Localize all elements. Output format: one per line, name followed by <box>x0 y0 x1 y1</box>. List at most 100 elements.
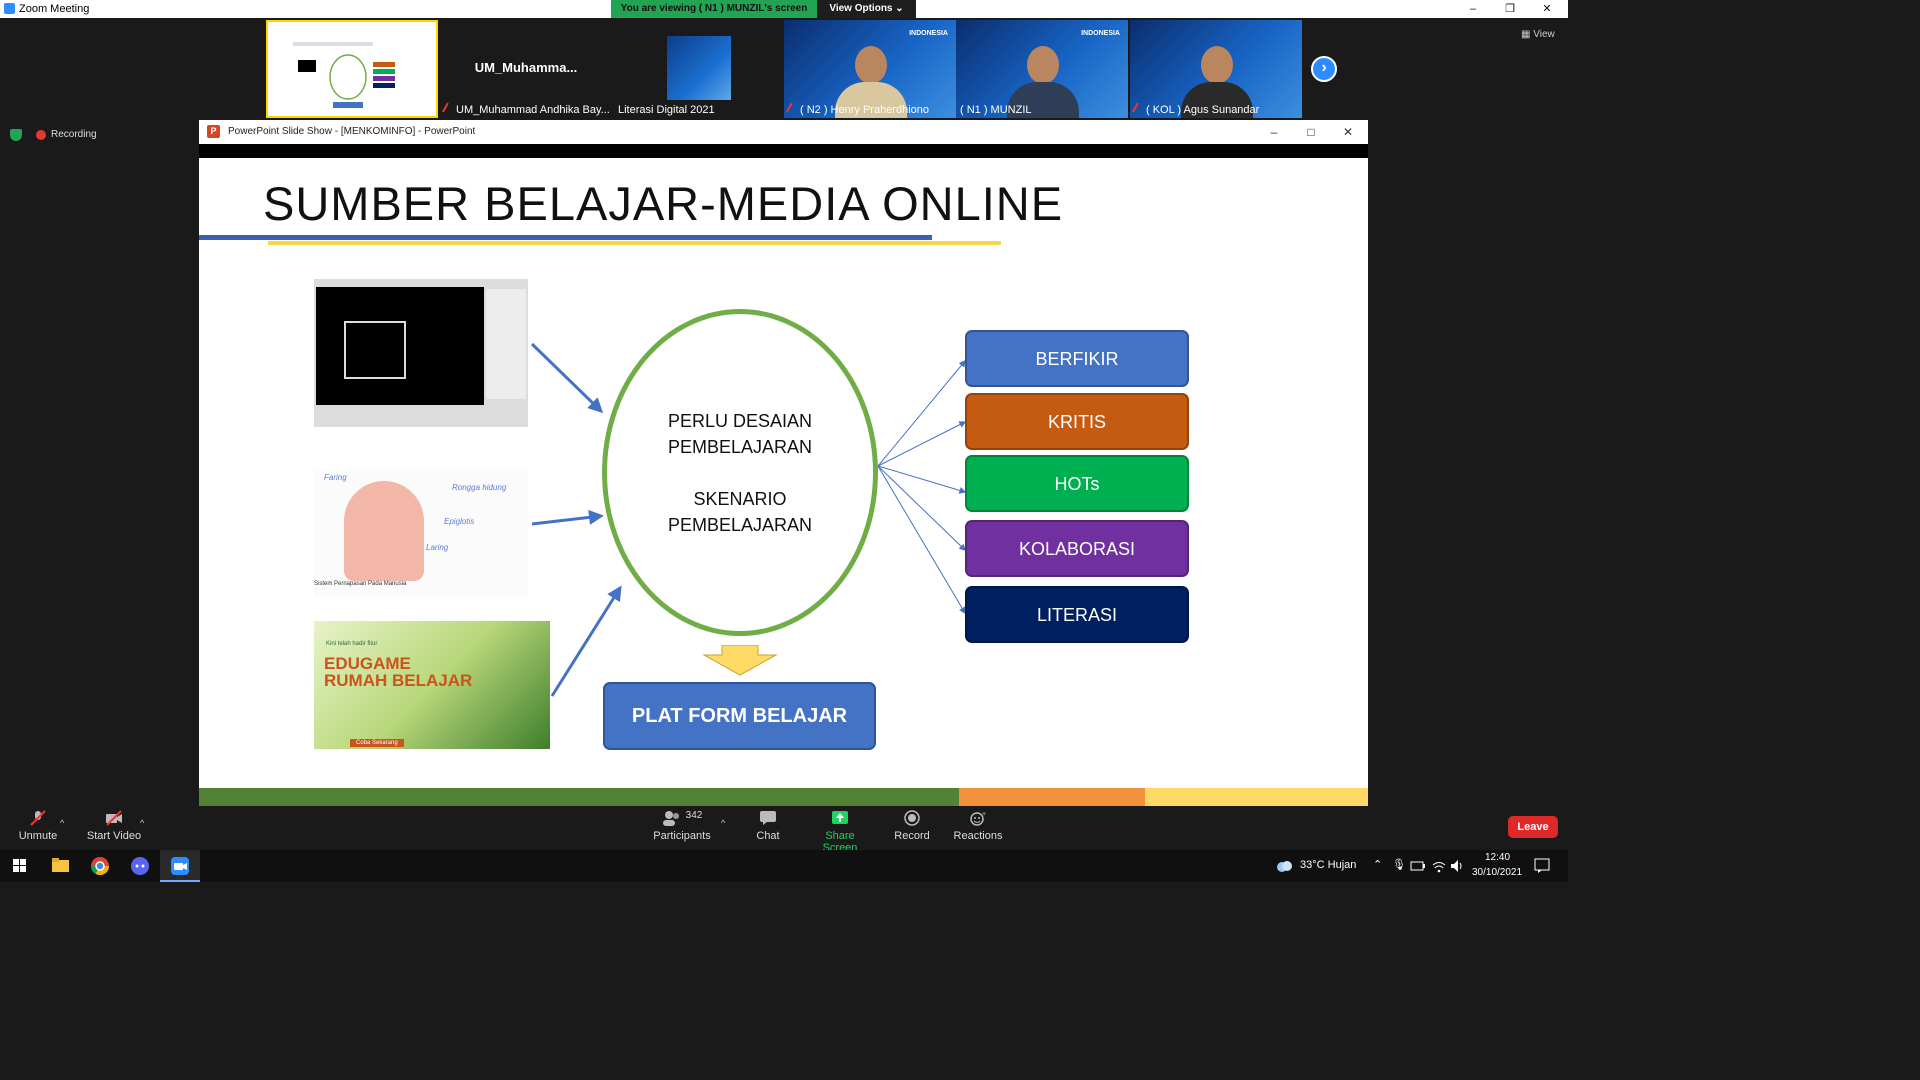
participant-name: ( N2 ) Henry Praherdhiono <box>800 104 930 116</box>
muted-mic-icon <box>786 102 798 116</box>
participant-name: UM_Muhammad Andhika Bay... <box>456 104 610 116</box>
share-screen-button[interactable]: Share Screen <box>808 810 872 854</box>
literasi-logo <box>667 36 731 100</box>
participant-tile[interactable]: ( KOL ) Agus Sunandar <box>1130 20 1302 118</box>
view-button[interactable]: ▦ View <box>1521 29 1555 40</box>
tray-expand-icon[interactable]: ⌃ <box>1373 858 1382 871</box>
chrome-taskbar-button[interactable] <box>80 850 120 882</box>
participant-tile[interactable]: INDONESIA ( N2 ) Henry Praherdhiono <box>784 20 956 118</box>
center-line-4: PEMBELAJARAN <box>667 515 813 535</box>
unmute-button[interactable]: Unmute <box>18 810 58 842</box>
record-icon <box>904 810 920 826</box>
powerpoint-title: PowerPoint Slide Show - [MENKOMINFO] - P… <box>228 126 476 137</box>
participants-count: 342 <box>685 810 703 821</box>
battery-icon[interactable] <box>1410 859 1426 873</box>
minimize-button[interactable]: – <box>1455 0 1491 18</box>
participant-name: VJ 8 <box>272 102 295 114</box>
share-screen-icon <box>832 811 848 824</box>
bottom-band-green <box>199 788 959 806</box>
start-button[interactable] <box>0 850 40 882</box>
record-dot-icon <box>36 129 46 140</box>
svg-text:+: + <box>982 811 986 818</box>
recording-indicator: Recording <box>36 129 97 140</box>
next-participants-button[interactable]: › <box>1311 56 1337 82</box>
background-banner-text: INDONESIA <box>909 30 948 37</box>
arrow-image3 <box>550 585 622 697</box>
zoom-app-icon <box>4 3 15 14</box>
restore-button[interactable]: ❐ <box>1492 0 1528 18</box>
outcome-kritis: KRITIS <box>965 393 1189 450</box>
chat-icon <box>760 811 776 825</box>
windows-logo-icon <box>13 859 26 872</box>
leave-button[interactable]: Leave <box>1508 816 1558 838</box>
clock-date[interactable]: 30/10/2021 <box>1472 867 1522 878</box>
reactions-icon: + <box>970 811 986 826</box>
video-options-caret[interactable]: ^ <box>140 818 144 828</box>
zoom-taskbar-button[interactable] <box>160 850 200 882</box>
volume-icon[interactable] <box>1450 859 1464 873</box>
participants-button[interactable]: 342 Participants <box>652 810 712 842</box>
participant-tile[interactable]: Literasi Digital 2021 <box>614 20 786 118</box>
participant-name: ( KOL ) Agus Sunandar <box>1146 104 1260 116</box>
bottom-band-orange <box>959 788 1145 806</box>
arrow-kritis <box>877 421 967 467</box>
weather-cloud-icon <box>1277 861 1292 872</box>
audio-options-caret[interactable]: ^ <box>60 818 64 828</box>
wifi-icon[interactable] <box>1431 859 1447 873</box>
bottom-band-yellow <box>1145 788 1368 806</box>
record-button[interactable]: Record <box>892 810 932 842</box>
center-line-2: PEMBELAJARAN <box>667 437 813 457</box>
participant-name: Literasi Digital 2021 <box>618 104 715 116</box>
windows-taskbar: 33°C Hujan ⌃ 🎙 12:40 30/10/2021 <box>0 850 1568 882</box>
video-off-icon <box>106 810 122 826</box>
reactions-button[interactable]: + Reactions <box>953 810 1003 842</box>
ppt-minimize-button[interactable]: – <box>1256 120 1292 144</box>
file-explorer-taskbar-button[interactable] <box>40 850 80 882</box>
recording-label: Recording <box>51 129 97 140</box>
slide: SUMBER BELAJAR-MEDIA ONLINE Faring Rongg… <box>199 158 1368 806</box>
arrow-berfikir <box>877 359 966 467</box>
muted-mic-icon <box>30 810 46 826</box>
meeting-toolbar: Unmute ^ Start Video ^ 342 Participants … <box>0 806 1568 854</box>
participant-display-name: UM_Muhamma... <box>474 60 578 75</box>
view-label: View <box>1533 29 1555 40</box>
security-shield-icon[interactable] <box>10 129 22 141</box>
notification-icon[interactable] <box>1534 858 1552 874</box>
view-options-button[interactable]: View Options ⌄ <box>817 0 916 18</box>
participant-tile[interactable]: UM_Muhamma... UM_Muhammad Andhika Bay... <box>440 20 612 118</box>
viewing-banner: You are viewing ( N1 ) MUNZIL's screen V… <box>611 0 916 18</box>
discord-taskbar-button[interactable] <box>120 850 160 882</box>
chat-button[interactable]: Chat <box>748 810 788 842</box>
powerpoint-icon: P <box>207 125 220 138</box>
outcome-hots: HOTs <box>965 455 1189 512</box>
arrow-image1 <box>530 342 604 414</box>
participants-icon <box>662 811 679 826</box>
powerpoint-title-bar: P PowerPoint Slide Show - [MENKOMINFO] -… <box>199 120 1368 144</box>
participant-tile[interactable]: INDONESIA ( N1 ) MUNZIL <box>956 20 1128 118</box>
ppt-close-button[interactable]: ✕ <box>1330 120 1366 144</box>
ppt-maximize-button[interactable]: □ <box>1293 120 1329 144</box>
outcome-kolaborasi: KOLABORASI <box>965 520 1189 577</box>
start-video-button[interactable]: Start Video <box>86 810 142 842</box>
down-arrow-icon <box>702 645 778 676</box>
viewing-message: You are viewing ( N1 ) MUNZIL's screen <box>620 3 808 14</box>
close-button[interactable]: ✕ <box>1529 0 1565 18</box>
platform-box: PLAT FORM BELAJAR <box>603 682 876 750</box>
weather-text[interactable]: 33°C Hujan <box>1300 859 1356 871</box>
slideshow-top-bar <box>199 144 1368 158</box>
microphone-tray-icon[interactable]: 🎙 <box>1392 858 1406 871</box>
participant-tile[interactable]: VJ 8 <box>266 20 438 118</box>
outcome-berfikir: BERFIKIR <box>965 330 1189 387</box>
muted-mic-icon <box>442 102 454 116</box>
arrow-image2 <box>531 509 604 526</box>
background-banner-text: INDONESIA <box>1081 30 1120 37</box>
participants-caret[interactable]: ^ <box>721 818 725 828</box>
center-line-3: SKENARIO <box>693 489 787 509</box>
muted-mic-icon <box>1132 102 1144 116</box>
participant-name: ( N1 ) MUNZIL <box>960 104 1032 116</box>
window-title: Zoom Meeting <box>19 3 90 15</box>
center-text: PERLU DESAIAN PEMBELAJARAN SKENARIO PEMB… <box>602 408 878 538</box>
clock-time[interactable]: 12:40 <box>1485 852 1510 863</box>
discord-icon <box>131 857 149 875</box>
powerpoint-window: P PowerPoint Slide Show - [MENKOMINFO] -… <box>199 120 1368 806</box>
